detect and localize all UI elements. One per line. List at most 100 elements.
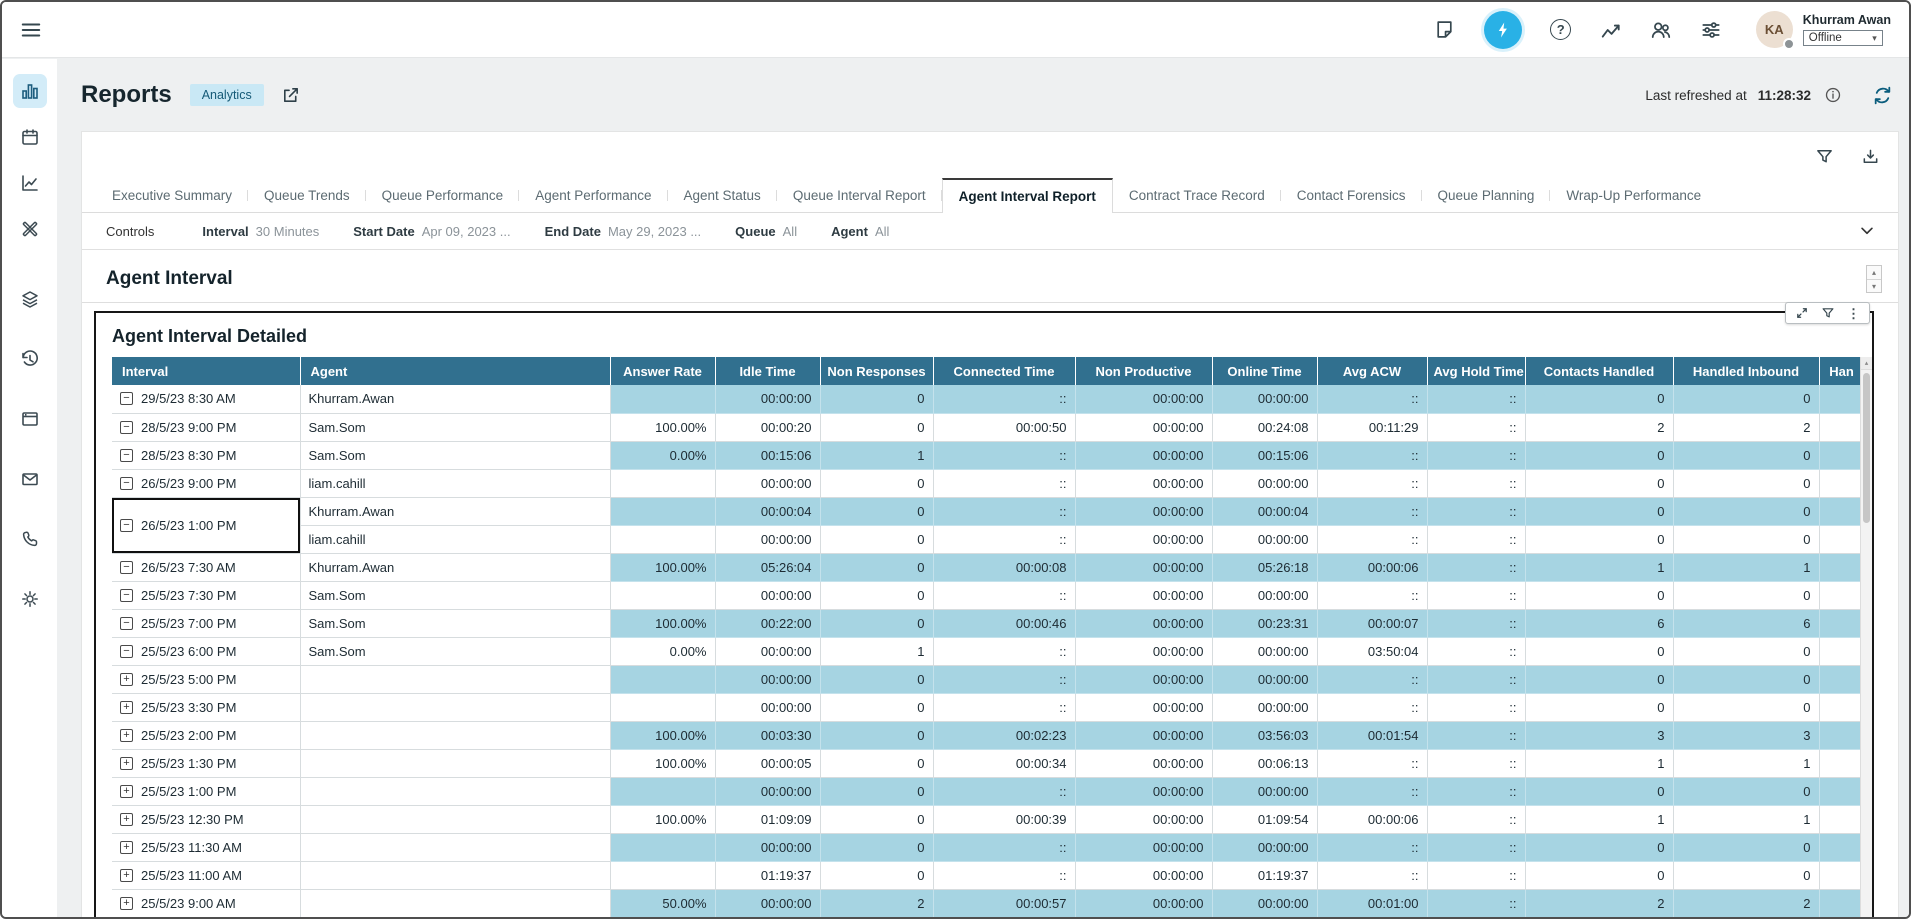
metric-cell[interactable]: 00:00:04 <box>715 497 820 525</box>
tab-queue-performance[interactable]: Queue Performance <box>366 177 520 212</box>
metric-cell[interactable]: :: <box>1427 497 1525 525</box>
metric-cell[interactable]: :: <box>933 833 1075 861</box>
metric-cell[interactable]: 3 <box>1673 721 1819 749</box>
info-icon[interactable] <box>1822 84 1844 106</box>
metric-cell[interactable]: :: <box>1317 497 1427 525</box>
agent-cell[interactable] <box>300 861 610 889</box>
metric-cell[interactable]: 2 <box>1673 889 1819 917</box>
metric-cell[interactable]: 00:00:00 <box>1075 749 1212 777</box>
control-queue[interactable]: QueueAll <box>735 224 797 239</box>
metric-cell[interactable]: :: <box>933 637 1075 665</box>
metric-cell[interactable] <box>1819 833 1864 861</box>
sidebar-item-browser-window[interactable] <box>13 402 47 436</box>
agent-cell[interactable] <box>300 777 610 805</box>
metric-cell[interactable]: 00:00:07 <box>1317 609 1427 637</box>
metric-cell[interactable]: 00:00:00 <box>1075 861 1212 889</box>
metric-cell[interactable]: :: <box>1427 749 1525 777</box>
metric-cell[interactable]: 00:02:23 <box>933 721 1075 749</box>
metric-cell[interactable]: 00:00:04 <box>1212 497 1317 525</box>
users-icon[interactable] <box>1650 19 1672 41</box>
metric-cell[interactable]: 00:00:00 <box>715 385 820 413</box>
metric-cell[interactable]: 00:00:00 <box>1075 889 1212 917</box>
tab-executive-summary[interactable]: Executive Summary <box>96 177 248 212</box>
metric-cell[interactable]: 0 <box>1525 525 1673 553</box>
metric-cell[interactable]: :: <box>1427 861 1525 889</box>
metric-cell[interactable]: 00:00:00 <box>1075 469 1212 497</box>
metric-cell[interactable]: :: <box>1317 777 1427 805</box>
metric-cell[interactable]: 0 <box>1525 497 1673 525</box>
metric-cell[interactable]: 00:00:00 <box>1212 581 1317 609</box>
metric-cell[interactable]: 00:03:30 <box>715 721 820 749</box>
metric-cell[interactable]: 00:00:05 <box>715 749 820 777</box>
metric-cell[interactable]: 00:00:39 <box>933 805 1075 833</box>
metric-cell[interactable]: :: <box>1427 721 1525 749</box>
tab-wrap-up-performance[interactable]: Wrap-Up Performance <box>1550 177 1717 212</box>
metric-cell[interactable]: 00:00:00 <box>1212 693 1317 721</box>
column-header-non-responses[interactable]: Non Responses <box>820 357 933 385</box>
column-header-connected-time[interactable]: Connected Time <box>933 357 1075 385</box>
agent-cell[interactable] <box>300 805 610 833</box>
metric-cell[interactable]: 100.00% <box>610 609 715 637</box>
interval-cell[interactable]: −28/5/23 9:00 PM <box>112 413 300 441</box>
metric-cell[interactable]: 1 <box>1673 749 1819 777</box>
collapse-row-icon[interactable]: − <box>120 617 133 630</box>
metric-cell[interactable]: 00:00:06 <box>1317 553 1427 581</box>
metric-cell[interactable]: 00:00:00 <box>1075 553 1212 581</box>
metric-cell[interactable] <box>610 497 715 525</box>
metric-cell[interactable] <box>1819 469 1864 497</box>
metric-cell[interactable]: :: <box>1427 665 1525 693</box>
metric-cell[interactable]: 0.00% <box>610 441 715 469</box>
interval-cell[interactable]: +25/5/23 12:30 PM <box>112 805 300 833</box>
metric-cell[interactable]: 0 <box>1673 637 1819 665</box>
metric-cell[interactable]: 1 <box>820 441 933 469</box>
metric-cell[interactable]: 01:09:54 <box>1212 805 1317 833</box>
sidebar-item-phone[interactable] <box>13 522 47 556</box>
metric-cell[interactable]: 0 <box>820 581 933 609</box>
collapse-row-icon[interactable]: − <box>120 561 133 574</box>
metric-cell[interactable] <box>610 581 715 609</box>
control-start-date[interactable]: Start DateApr 09, 2023 ... <box>353 224 510 239</box>
agent-cell[interactable] <box>300 693 610 721</box>
control-interval[interactable]: Interval30 Minutes <box>202 224 319 239</box>
interval-cell[interactable]: −25/5/23 7:30 PM <box>112 581 300 609</box>
metric-cell[interactable]: 00:01:00 <box>1317 889 1427 917</box>
metric-cell[interactable]: 0 <box>1525 441 1673 469</box>
metric-cell[interactable]: 0 <box>1525 777 1673 805</box>
metric-cell[interactable]: 1 <box>1525 749 1673 777</box>
settings-sliders-icon[interactable] <box>1700 19 1722 41</box>
metric-cell[interactable]: :: <box>1427 693 1525 721</box>
metric-cell[interactable]: :: <box>1427 553 1525 581</box>
agent-cell[interactable]: Sam.Som <box>300 581 610 609</box>
sidebar-item-layers[interactable] <box>13 282 47 316</box>
metric-cell[interactable]: :: <box>1317 693 1427 721</box>
hamburger-menu-icon[interactable] <box>20 19 42 41</box>
filter-icon[interactable] <box>1814 146 1834 166</box>
metric-cell[interactable]: 2 <box>820 889 933 917</box>
interval-cell[interactable]: −26/5/23 7:30 AM <box>112 553 300 581</box>
expand-row-icon[interactable]: + <box>120 841 133 854</box>
metric-cell[interactable]: 00:00:00 <box>1075 497 1212 525</box>
metric-cell[interactable]: 00:00:00 <box>715 665 820 693</box>
collapse-row-icon[interactable]: − <box>120 477 133 490</box>
metric-cell[interactable]: 00:00:34 <box>933 749 1075 777</box>
column-header-han[interactable]: Han <box>1819 357 1864 385</box>
metric-cell[interactable]: :: <box>1317 525 1427 553</box>
metric-cell[interactable]: 00:23:31 <box>1212 609 1317 637</box>
metric-cell[interactable]: 0 <box>820 497 933 525</box>
insights-lightning-icon[interactable] <box>1484 11 1522 49</box>
metric-cell[interactable]: 0.00% <box>610 637 715 665</box>
metric-cell[interactable] <box>610 693 715 721</box>
tab-agent-status[interactable]: Agent Status <box>668 177 777 212</box>
metric-cell[interactable]: 00:00:00 <box>715 777 820 805</box>
metric-cell[interactable]: :: <box>1427 805 1525 833</box>
metric-cell[interactable]: 00:11:29 <box>1317 413 1427 441</box>
metric-cell[interactable]: 00:00:00 <box>715 889 820 917</box>
metric-cell[interactable]: 00:00:00 <box>1075 833 1212 861</box>
metric-cell[interactable]: 0 <box>1525 469 1673 497</box>
tab-queue-trends[interactable]: Queue Trends <box>248 177 366 212</box>
metric-cell[interactable]: 00:00:08 <box>933 553 1075 581</box>
metric-cell[interactable]: :: <box>1427 469 1525 497</box>
metric-cell[interactable]: :: <box>933 581 1075 609</box>
column-header-avg-acw[interactable]: Avg ACW <box>1317 357 1427 385</box>
interval-cell[interactable]: +25/5/23 5:00 PM <box>112 665 300 693</box>
